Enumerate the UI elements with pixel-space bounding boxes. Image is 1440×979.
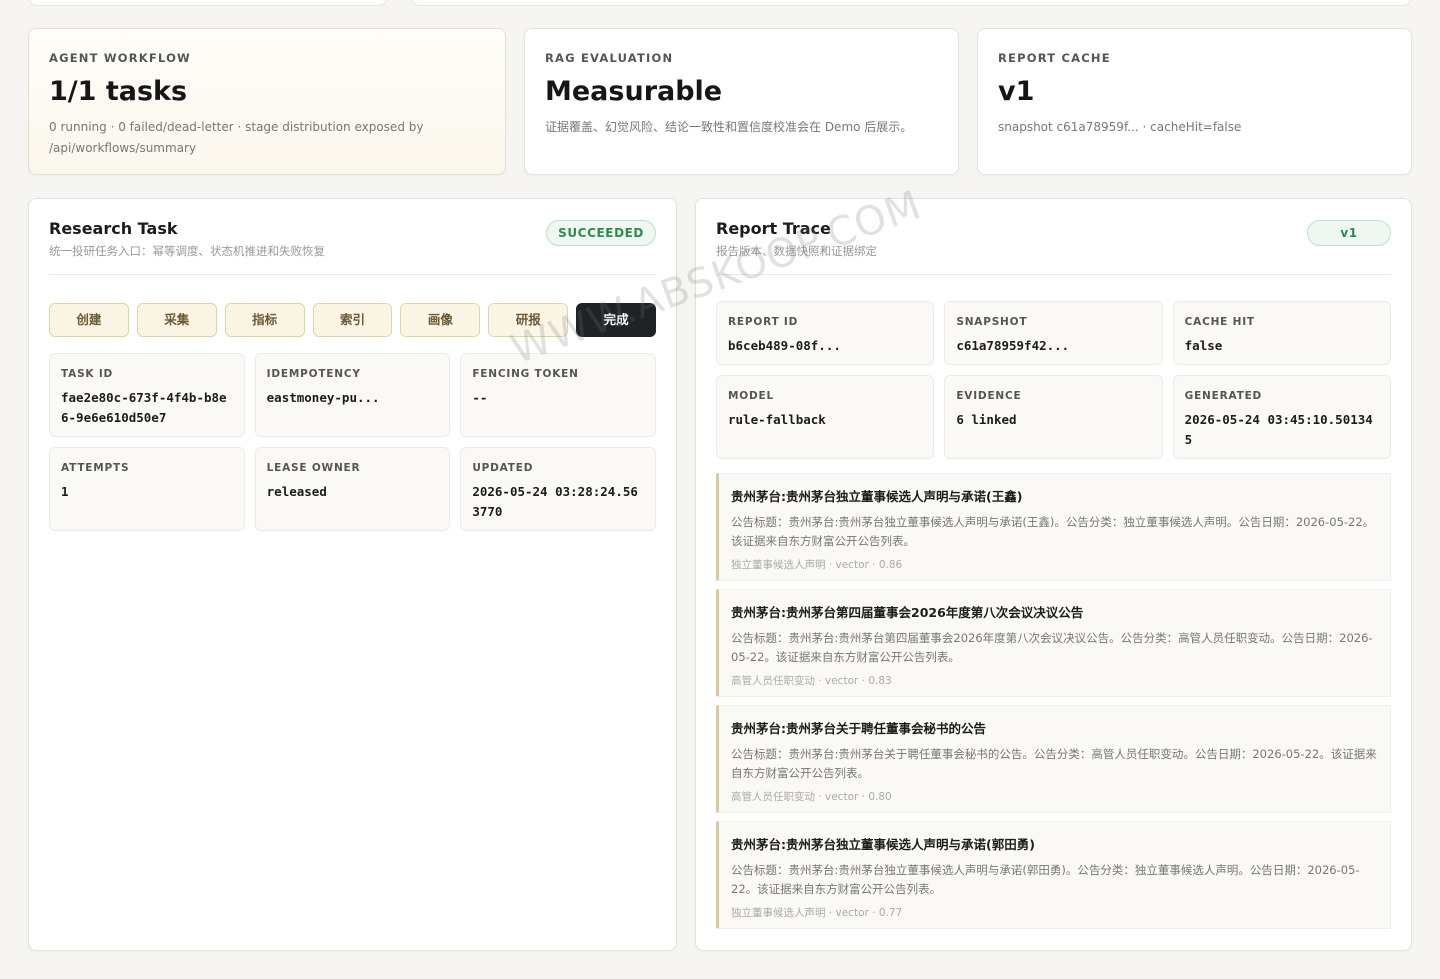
model-field: MODEL rule-fallback (716, 375, 935, 459)
panel-header: Report Trace 报告版本、数据快照和证据绑定 v1 (716, 219, 1391, 275)
field-value: released (266, 484, 327, 499)
research-task-panel: Research Task 统一投研任务入口：幂等调度、状态机推进和失败恢复 S… (28, 198, 677, 951)
panel-title: Report Trace (716, 219, 831, 238)
evidence-description: 公告标题：贵州茅台:贵州茅台独立董事候选人声明与承诺(王鑫)。公告分类：独立董事… (731, 515, 1375, 548)
field-key: LEASE OWNER (266, 462, 361, 474)
field-key: UPDATED (472, 462, 534, 474)
stage-complete[interactable]: 完成 (576, 303, 657, 337)
stage-profile[interactable]: 画像 (400, 303, 481, 337)
panel-subtitle: 报告版本、数据快照和证据绑定 (716, 244, 877, 258)
snapshot-field: SNAPSHOT c61a78959f42... (944, 301, 1163, 365)
generated-field: GENERATED 2026-05-24 03:45:10.501345 (1172, 375, 1391, 459)
field-key: SNAPSHOT (956, 316, 1028, 328)
evidence-meta: 独立董事候选人声明 · vector · 0.77 (731, 907, 903, 919)
updated-field: UPDATED 2026-05-24 03:28:24.563770 (460, 447, 656, 531)
evidence-list: 贵州茅台:贵州茅台独立董事候选人声明与承诺(王鑫) 公告标题：贵州茅台:贵州茅台… (716, 473, 1391, 929)
field-value: -- (472, 390, 488, 405)
field-value: 2026-05-24 03:28:24.563770 (472, 484, 638, 519)
field-value: rule-fallback (728, 412, 826, 427)
field-value: fae2e80c-673f-4f4b-b8e6-9e6e610d50e7 (61, 390, 227, 425)
idempotency-field: IDEMPOTENCY eastmoney-pu... (254, 353, 451, 437)
stage-collect[interactable]: 采集 (136, 303, 217, 337)
field-value: 6 linked (956, 412, 1017, 427)
evidence-title: 贵州茅台:贵州茅台关于聘任董事会秘书的公告 (731, 721, 986, 736)
report-id-field: REPORT ID b6ceb489-08f... (716, 301, 935, 365)
evidence-meta: 独立董事候选人声明 · vector · 0.86 (731, 559, 903, 571)
stage-create[interactable]: 创建 (49, 303, 129, 337)
evidence-meta: 高管人员任职变动 · vector · 0.80 (731, 791, 892, 803)
stage-metrics[interactable]: 指标 (224, 303, 305, 337)
field-value: b6ceb489-08f... (728, 338, 841, 353)
task-details-grid: TASK ID fae2e80c-673f-4f4b-b8e6-9e6e610d… (49, 353, 656, 531)
cache-hit-field: CACHE HIT false (1172, 301, 1391, 365)
card-value: Measurable (545, 76, 723, 107)
field-value: c61a78959f42... (956, 338, 1070, 353)
report-trace-panel: Report Trace 报告版本、数据快照和证据绑定 v1 REPORT ID… (695, 198, 1412, 951)
task-id-field: TASK ID fae2e80c-673f-4f4b-b8e6-9e6e610d… (49, 353, 245, 437)
evidence-count-field: EVIDENCE 6 linked (944, 375, 1163, 459)
evidence-meta: 高管人员任职变动 · vector · 0.83 (731, 675, 892, 687)
rag-evaluation-card: RAG EVALUATION Measurable 证据覆盖、幻觉风险、结论一致… (524, 28, 959, 175)
fencing-token-field: FENCING TOKEN -- (460, 353, 656, 437)
field-key: TASK ID (61, 368, 114, 380)
stage-pipeline: 创建 采集 指标 索引 画像 研报 完成 (49, 303, 657, 337)
version-badge: v1 (1307, 220, 1391, 246)
evidence-item[interactable]: 贵州茅台:贵州茅台关于聘任董事会秘书的公告 公告标题：贵州茅台:贵州茅台关于聘任… (716, 705, 1391, 813)
field-key: FENCING TOKEN (472, 368, 579, 380)
evidence-description: 公告标题：贵州茅台:贵州茅台关于聘任董事会秘书的公告。公告分类：高管人员任职变动… (731, 747, 1377, 780)
field-value: false (1184, 338, 1223, 353)
field-key: MODEL (728, 390, 774, 402)
card-label: REPORT CACHE (998, 51, 1111, 65)
field-key: GENERATED (1184, 390, 1263, 402)
field-value: 1 (61, 484, 69, 499)
lease-owner-field: LEASE OWNER released (254, 447, 451, 531)
field-key: CACHE HIT (1184, 316, 1255, 328)
field-value: eastmoney-pu... (266, 390, 380, 405)
evidence-title: 贵州茅台:贵州茅台独立董事候选人声明与承诺(王鑫) (731, 489, 1023, 504)
stage-index[interactable]: 索引 (312, 303, 393, 337)
card-description: snapshot c61a78959f... · cacheHit=false (998, 120, 1242, 134)
evidence-item[interactable]: 贵州茅台:贵州茅台独立董事候选人声明与承诺(郭田勇) 公告标题：贵州茅台:贵州茅… (716, 821, 1391, 929)
report-details-grid: REPORT ID b6ceb489-08f... SNAPSHOT c61a7… (716, 301, 1391, 459)
evidence-title: 贵州茅台:贵州茅台独立董事候选人声明与承诺(郭田勇) (731, 837, 1035, 852)
panel-header: Research Task 统一投研任务入口：幂等调度、状态机推进和失败恢复 S… (49, 219, 656, 275)
card-description: 0 running · 0 failed/dead-letter · stage… (49, 120, 424, 155)
card-value: 1/1 tasks (49, 76, 188, 107)
report-cache-card: REPORT CACHE v1 snapshot c61a78959f... ·… (977, 28, 1412, 175)
previous-card-stub-right (410, 0, 1412, 6)
stage-report[interactable]: 研报 (488, 303, 569, 337)
evidence-item[interactable]: 贵州茅台:贵州茅台独立董事候选人声明与承诺(王鑫) 公告标题：贵州茅台:贵州茅台… (716, 473, 1391, 581)
evidence-description: 公告标题：贵州茅台:贵州茅台独立董事候选人声明与承诺(郭田勇)。公告分类：独立董… (731, 863, 1360, 896)
field-key: REPORT ID (728, 316, 799, 328)
agent-workflow-card: AGENT WORKFLOW 1/1 tasks 0 running · 0 f… (28, 28, 506, 175)
field-value: 2026-05-24 03:45:10.501345 (1184, 412, 1373, 447)
card-value: v1 (998, 76, 1035, 107)
previous-card-stub-left (28, 0, 388, 6)
attempts-field: ATTEMPTS 1 (49, 447, 245, 531)
status-badge: SUCCEEDED (546, 220, 656, 246)
card-description: 证据覆盖、幻觉风险、结论一致性和置信度校准会在 Demo 后展示。 (545, 120, 913, 134)
card-label: AGENT WORKFLOW (49, 51, 191, 65)
field-key: ATTEMPTS (61, 462, 130, 474)
field-key: EVIDENCE (956, 390, 1022, 402)
evidence-description: 公告标题：贵州茅台:贵州茅台第四届董事会2026年度第八次会议决议公告。公告分类… (731, 631, 1373, 664)
field-key: IDEMPOTENCY (266, 368, 361, 380)
card-label: RAG EVALUATION (545, 51, 674, 65)
evidence-title: 贵州茅台:贵州茅台第四届董事会2026年度第八次会议决议公告 (731, 605, 1084, 620)
evidence-item[interactable]: 贵州茅台:贵州茅台第四届董事会2026年度第八次会议决议公告 公告标题：贵州茅台… (716, 589, 1391, 697)
